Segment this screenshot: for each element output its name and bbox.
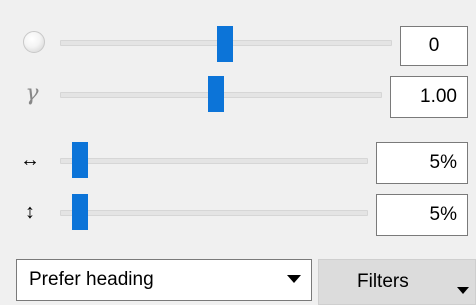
heading-select[interactable]: Prefer heading [16,259,312,301]
slider-thumb[interactable] [72,194,88,230]
slider-thumb[interactable] [208,76,224,112]
slider-track[interactable] [60,210,368,216]
value-field[interactable]: 5% [376,194,468,236]
filters-label: Filters [357,271,409,292]
chevron-down-icon [287,275,301,283]
value-field[interactable]: 5% [376,142,468,184]
chevron-down-icon[interactable] [457,287,469,294]
value-field[interactable]: 1.00 [390,76,468,118]
filters-button[interactable]: Filters [318,259,476,305]
value-field[interactable]: 0 [400,26,468,66]
slider-thumb[interactable] [72,142,88,178]
slider-thumb[interactable] [217,26,233,62]
gamma-row: γ 1.00 [0,72,476,120]
heading-select-value: Prefer heading [29,269,154,290]
brightness-row: 0 [0,20,476,68]
horizontal-arrows-icon: ↔ [20,148,40,171]
radio-circle-icon[interactable] [22,30,46,54]
slider-track[interactable] [60,158,368,164]
horizontal-size-row: ↔ 5% [0,140,476,188]
gamma-icon: γ [25,80,39,106]
vertical-arrows-icon: ↕ [25,200,35,223]
vertical-size-row: ↕ 5% [0,192,476,240]
